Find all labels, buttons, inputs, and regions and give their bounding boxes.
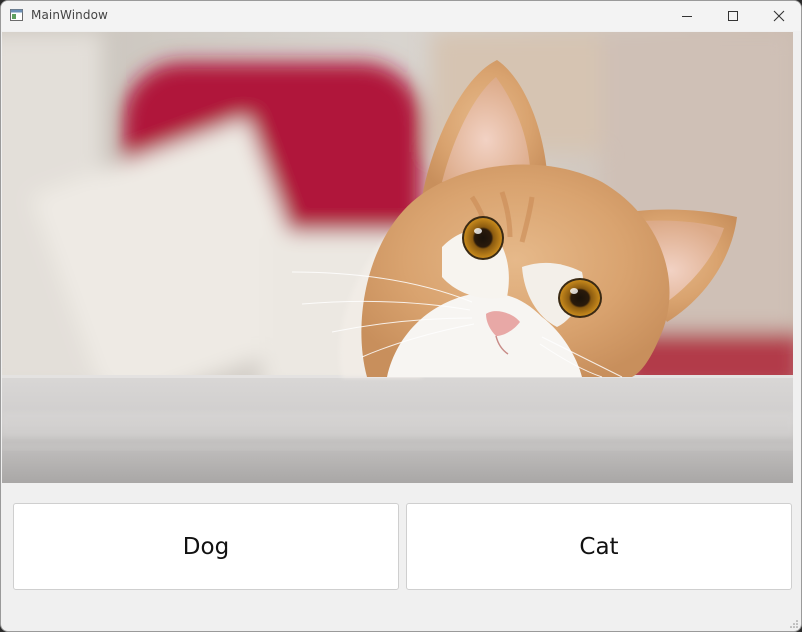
window-title: MainWindow (31, 8, 108, 22)
resize-grip-icon[interactable] (789, 619, 799, 629)
dog-button[interactable]: Dog (13, 503, 399, 590)
close-icon (773, 10, 785, 22)
cat-button[interactable]: Cat (406, 503, 792, 590)
cat-photo (2, 32, 793, 483)
close-button[interactable] (756, 1, 801, 31)
minimize-icon (682, 16, 692, 17)
minimize-button[interactable] (664, 1, 710, 31)
main-window: MainWindow Dog Cat (0, 0, 802, 632)
maximize-icon (728, 11, 738, 21)
title-bar[interactable]: MainWindow (1, 1, 801, 31)
window-app-icon (10, 9, 23, 21)
maximize-button[interactable] (710, 1, 756, 31)
